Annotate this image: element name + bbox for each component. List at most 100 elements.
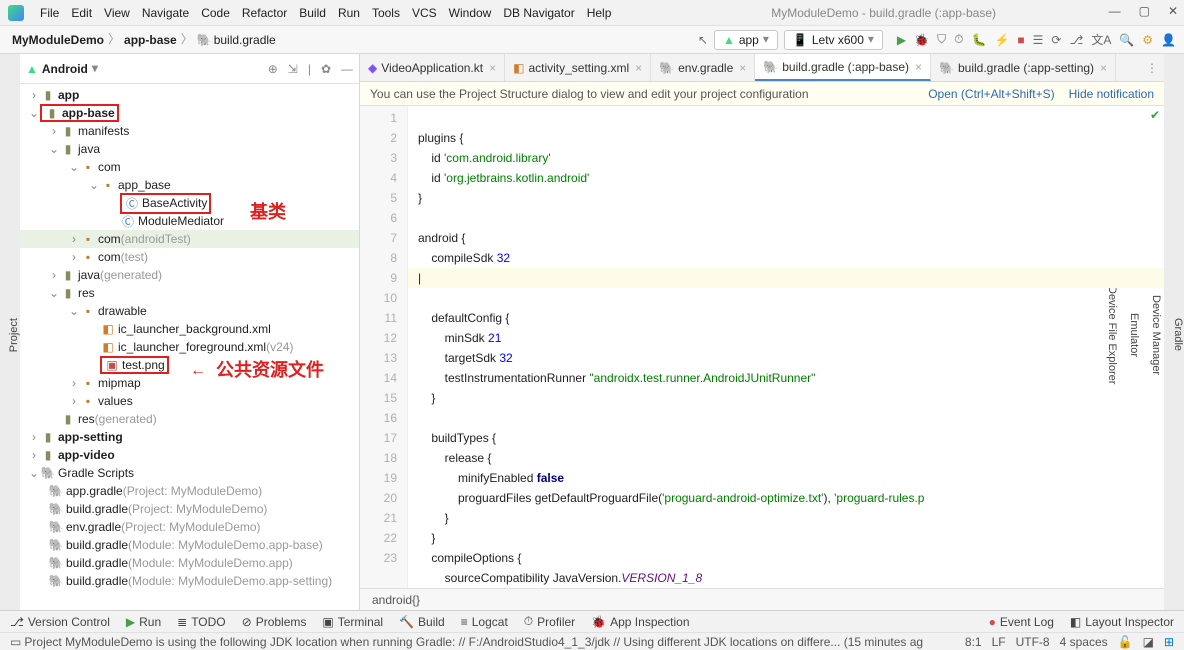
tool-gradle[interactable]: Gradle: [1172, 318, 1184, 351]
tree-java-gen[interactable]: ›▮java (generated): [20, 266, 359, 284]
bb-event-log[interactable]: ● Event Log: [989, 615, 1054, 629]
settings-icon[interactable]: ⚙: [1142, 33, 1153, 47]
tab-video-app[interactable]: ◆VideoApplication.kt×: [360, 54, 505, 81]
tree-app[interactable]: ›▮app: [20, 86, 359, 104]
tree-build-gradle-setting[interactable]: 🐘build.gradle (Module: MyModuleDemo.app-…: [20, 572, 359, 590]
gear-icon[interactable]: ✿: [321, 62, 331, 76]
back-arrow-icon[interactable]: ↖: [698, 33, 708, 47]
menu-code[interactable]: Code: [195, 6, 236, 20]
menu-view[interactable]: View: [98, 6, 136, 20]
tree-manifests[interactable]: ›▮manifests: [20, 122, 359, 140]
search-icon[interactable]: 🔍: [1119, 33, 1134, 47]
git-icon[interactable]: ⎇: [1069, 33, 1083, 47]
profile-icon[interactable]: ⏱: [954, 32, 963, 47]
tree-build-gradle-app[interactable]: 🐘build.gradle (Module: MyModuleDemo.app): [20, 554, 359, 572]
close-tab-icon[interactable]: ×: [489, 61, 496, 75]
close-tab-icon[interactable]: ×: [739, 61, 746, 75]
menu-build[interactable]: Build: [293, 6, 332, 20]
menu-vcs[interactable]: VCS: [406, 6, 443, 20]
bb-app-inspection[interactable]: 🐞 App Inspection: [591, 615, 689, 629]
debug-icon[interactable]: 🐞: [914, 33, 929, 47]
more-tabs-icon[interactable]: ⋮: [1140, 61, 1164, 75]
bb-todo[interactable]: ≣ TODO: [177, 615, 226, 629]
menu-db-navigator[interactable]: DB Navigator: [497, 6, 580, 20]
project-view-selector[interactable]: ▲ Android ▾: [26, 62, 98, 76]
coverage-icon[interactable]: ⛉: [937, 32, 946, 47]
menu-window[interactable]: Window: [443, 6, 498, 20]
tree-com-androidtest[interactable]: ›▪com (androidTest): [20, 230, 359, 248]
tree-app-setting[interactable]: ›▮app-setting: [20, 428, 359, 446]
bb-profiler[interactable]: ⏱ Profiler: [524, 614, 575, 629]
line-separator[interactable]: LF: [992, 635, 1006, 649]
menu-run[interactable]: Run: [332, 6, 366, 20]
tree-gradle-scripts[interactable]: ⌄🐘Gradle Scripts: [20, 464, 359, 482]
caret-position[interactable]: 8:1: [965, 635, 982, 649]
breadcrumb-project[interactable]: MyModuleDemo: [12, 33, 104, 47]
tree-res[interactable]: ⌄▮res: [20, 284, 359, 302]
close-tab-icon[interactable]: ×: [1100, 61, 1107, 75]
menu-file[interactable]: File: [34, 6, 65, 20]
status-collapse-icon[interactable]: ▭: [10, 635, 21, 649]
tree-res-gen[interactable]: ▮res (generated): [20, 410, 359, 428]
bb-build[interactable]: 🔨 Build: [399, 615, 445, 629]
tab-build-gradle-base[interactable]: 🐘build.gradle (:app-base)×: [755, 54, 931, 81]
memory-icon[interactable]: ◪: [1143, 635, 1154, 649]
device-selector[interactable]: 📱 Letv x600 ▾: [784, 30, 883, 50]
close-tab-icon[interactable]: ×: [915, 60, 922, 74]
tree-build-gradle-proj[interactable]: 🐘build.gradle (Project: MyModuleDemo): [20, 500, 359, 518]
tree-build-gradle-base[interactable]: 🐘build.gradle (Module: MyModuleDemo.app-…: [20, 536, 359, 554]
run-config-selector[interactable]: ▲ app ▾: [714, 30, 778, 50]
bb-layout-inspector[interactable]: ◧ Layout Inspector: [1070, 615, 1174, 629]
translate-icon[interactable]: 文A: [1091, 31, 1111, 48]
window-close-icon[interactable]: ✕: [1168, 4, 1178, 18]
indent-setting[interactable]: 4 spaces: [1060, 635, 1108, 649]
tab-build-gradle-setting[interactable]: 🐘build.gradle (:app-setting)×: [931, 54, 1116, 81]
tab-activity-setting[interactable]: ◧activity_setting.xml×: [505, 54, 651, 81]
sync-icon[interactable]: ⟳: [1051, 33, 1061, 47]
breadcrumb-file[interactable]: build.gradle: [214, 33, 276, 47]
stop-icon[interactable]: ■: [1017, 33, 1024, 47]
apply-changes-icon[interactable]: ⚡: [994, 33, 1009, 47]
tree-app-base-pkg[interactable]: ⌄▪app_base: [20, 176, 359, 194]
tree-app-gradle[interactable]: 🐘app.gradle (Project: MyModuleDemo): [20, 482, 359, 500]
code-text[interactable]: plugins { id 'com.android.library' id 'o…: [408, 106, 1164, 588]
tree-drawable[interactable]: ⌄▪drawable: [20, 302, 359, 320]
project-tree[interactable]: ›▮app ⌄▮app-base ›▮manifests ⌄▮java ⌄▪co…: [20, 84, 359, 610]
tree-base-activity[interactable]: ⒸBaseActivity: [20, 194, 359, 212]
tree-com-test[interactable]: ›▪com (test): [20, 248, 359, 266]
code-area[interactable]: ✔ 1234567891011121314151617181920212223 …: [360, 106, 1164, 588]
tree-app-video[interactable]: ›▮app-video: [20, 446, 359, 464]
bb-problems[interactable]: ⊘ Problems: [242, 615, 307, 629]
line-gutter[interactable]: 1234567891011121314151617181920212223: [360, 106, 408, 588]
tool-project[interactable]: Project: [8, 318, 20, 352]
expand-icon[interactable]: ⇲: [288, 62, 298, 76]
editor-breadcrumb[interactable]: android{}: [360, 588, 1164, 610]
hide-icon[interactable]: —: [341, 62, 353, 76]
file-encoding[interactable]: UTF-8: [1016, 635, 1050, 649]
target-icon[interactable]: ⊕: [268, 62, 278, 76]
tree-values[interactable]: ›▪values: [20, 392, 359, 410]
tree-ic-fg[interactable]: ◧ic_launcher_foreground.xml (v24): [20, 338, 359, 356]
banner-hide-link[interactable]: Hide notification: [1069, 87, 1154, 101]
readonly-icon[interactable]: 🔓: [1118, 635, 1133, 649]
menu-navigate[interactable]: Navigate: [136, 6, 195, 20]
window-minimize-icon[interactable]: —: [1109, 4, 1121, 18]
tab-env-gradle[interactable]: 🐘env.gradle×: [651, 54, 755, 81]
bb-terminal[interactable]: ▣ Terminal: [322, 615, 383, 629]
tree-module-mediator[interactable]: ⒸModuleMediator: [20, 212, 359, 230]
user-icon[interactable]: 👤: [1161, 33, 1176, 47]
tree-ic-bg[interactable]: ◧ic_launcher_background.xml: [20, 320, 359, 338]
tree-java[interactable]: ⌄▮java: [20, 140, 359, 158]
bb-logcat[interactable]: ≡ Logcat: [461, 615, 508, 629]
breadcrumb-module[interactable]: app-base: [124, 33, 177, 47]
menu-tools[interactable]: Tools: [366, 6, 406, 20]
tree-com[interactable]: ⌄▪com: [20, 158, 359, 176]
close-tab-icon[interactable]: ×: [635, 61, 642, 75]
window-maximize-icon[interactable]: ▢: [1139, 4, 1150, 18]
menu-refactor[interactable]: Refactor: [236, 6, 293, 20]
menu-help[interactable]: Help: [581, 6, 618, 20]
avd-icon[interactable]: ☰: [1033, 33, 1044, 47]
tree-app-base[interactable]: ⌄▮app-base: [20, 104, 359, 122]
run-icon[interactable]: ▶: [897, 33, 906, 47]
bb-version-control[interactable]: ⎇ Version Control: [10, 615, 110, 629]
